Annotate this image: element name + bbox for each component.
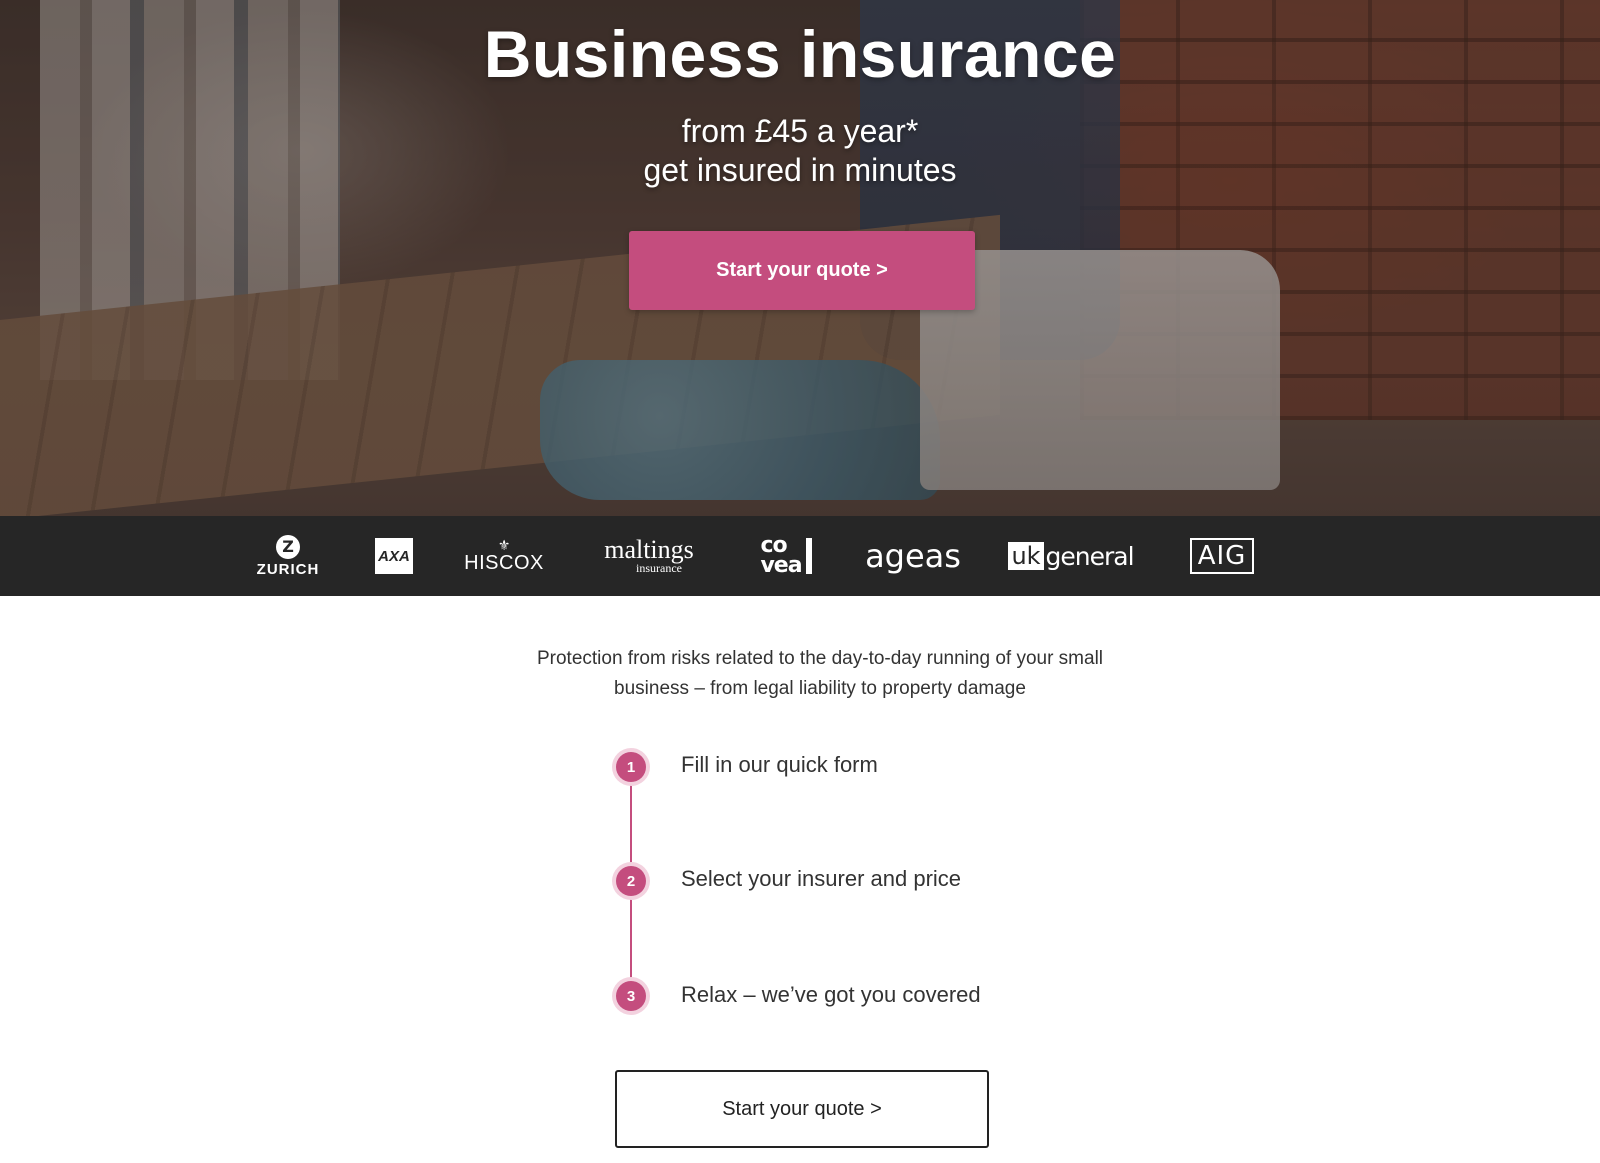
step-2-text: Select your insurer and price xyxy=(681,866,962,891)
step-3-text: Relax – we’ve got you covered xyxy=(681,982,981,1007)
ageas-logo-text: ageas xyxy=(865,537,961,575)
step-2-number: 2 xyxy=(616,866,646,896)
hero-banner: Business insurance from £45 a year* get … xyxy=(0,0,1600,516)
general-logo-text: general xyxy=(1045,541,1135,571)
step-3-number: 3 xyxy=(616,981,646,1011)
hero-price-text: from £45 a year* xyxy=(681,113,919,149)
hiscox-logo: ⚜ HISCOX xyxy=(464,516,544,596)
axa-logo-text: AXA xyxy=(375,538,413,574)
step-1-text: Fill in our quick form xyxy=(681,752,878,777)
maltings-logo-text: maltings xyxy=(604,535,694,564)
hiscox-logo-text: HISCOX xyxy=(464,551,544,574)
hero-tagline: get insured in minutes xyxy=(643,152,957,188)
axa-logo: AXA xyxy=(374,516,414,596)
aig-logo: AIG xyxy=(1188,516,1256,596)
zurich-mark-icon: Z xyxy=(276,534,300,559)
step-1-number: 1 xyxy=(616,752,646,782)
ageas-logo: ageas xyxy=(865,516,961,596)
start-quote-button[interactable]: Start your quote > xyxy=(629,231,975,310)
covea-logo: co vea xyxy=(756,516,816,596)
maltings-logo: maltings insurance xyxy=(594,516,704,596)
aig-logo-text: AIG xyxy=(1189,538,1255,574)
uk-general-logo: uk general xyxy=(1008,516,1135,596)
start-quote-button-secondary[interactable]: Start your quote > xyxy=(615,1070,989,1148)
fleur-de-lis-icon: ⚜ xyxy=(497,536,511,553)
zurich-logo-text: ZURICH xyxy=(256,560,320,578)
zurich-logo: Z ZURICH xyxy=(250,516,326,596)
covea-logo-bar xyxy=(805,538,812,574)
page-title: Business insurance xyxy=(483,17,1117,91)
intro-text: Protection from risks related to the day… xyxy=(536,648,1104,699)
covea-logo-text: co vea xyxy=(760,533,802,578)
maltings-logo-subtext: insurance xyxy=(636,561,682,575)
uk-logo-text: uk xyxy=(1008,542,1044,570)
